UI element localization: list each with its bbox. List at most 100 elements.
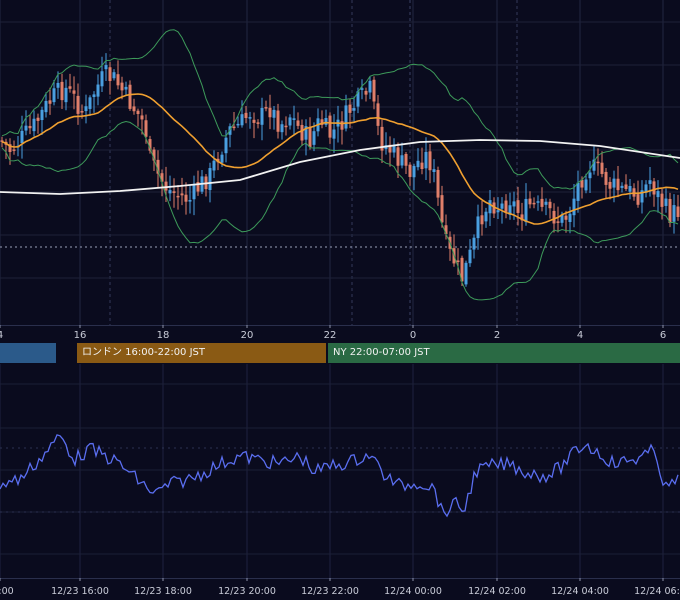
candle-body xyxy=(56,82,60,88)
oscillator-x-axis: 14:00 12/23 16:00 12/23 18:00 12/23 20:00 12… xyxy=(0,578,680,597)
candle-body xyxy=(332,129,336,139)
candle-body xyxy=(416,160,420,168)
candle-body xyxy=(292,118,296,120)
session-newyork: NY 22:00-07:00 JST xyxy=(328,343,680,363)
candle xyxy=(404,151,408,175)
candle xyxy=(60,73,64,110)
candle-body xyxy=(596,161,600,164)
candle xyxy=(100,56,104,92)
trading-session-bar: ロンドン 16:00-22:00 JST NY 22:00-07:00 JST xyxy=(0,342,680,364)
candle xyxy=(484,207,488,228)
price-grid xyxy=(0,0,680,325)
candle-body xyxy=(312,131,316,145)
session-london: ロンドン 16:00-22:00 JST xyxy=(77,343,326,363)
candle xyxy=(636,180,640,208)
candle-body xyxy=(104,65,108,70)
candle-body xyxy=(184,194,188,202)
candle-body xyxy=(584,179,588,191)
candle-body xyxy=(612,178,616,188)
candle xyxy=(36,113,40,134)
candle-body xyxy=(568,213,572,222)
candle-body xyxy=(236,123,240,126)
candle-body xyxy=(660,193,664,207)
candle-body xyxy=(220,154,224,163)
candle xyxy=(468,239,472,267)
x-tick-label: 12/23 16:00 xyxy=(51,586,109,597)
candle xyxy=(676,194,680,221)
candle xyxy=(376,94,380,136)
candle xyxy=(192,175,196,216)
candle-body xyxy=(128,84,132,109)
x-tick-label: 18 xyxy=(157,330,170,341)
price-chart[interactable] xyxy=(0,0,680,325)
candle-body xyxy=(188,200,192,202)
candle xyxy=(292,105,296,135)
candle xyxy=(260,97,264,141)
candle xyxy=(284,116,288,136)
candle xyxy=(644,180,648,198)
candle xyxy=(652,177,656,207)
candle-body xyxy=(392,146,396,153)
candles xyxy=(0,53,680,287)
candle-body xyxy=(432,169,436,173)
candle-body xyxy=(480,215,484,225)
candle-body xyxy=(576,182,580,201)
candle-body xyxy=(64,87,68,103)
candle xyxy=(508,192,512,220)
candle-body xyxy=(212,160,216,171)
candle-body xyxy=(136,110,140,115)
price-chart-x-axis: 4 16 18 20 22 0 2 4 6 xyxy=(0,325,680,341)
candle-body xyxy=(248,117,252,119)
candle xyxy=(408,162,412,186)
candle-body xyxy=(88,97,92,109)
candle-body xyxy=(328,115,332,138)
candle-body xyxy=(28,125,32,129)
candle xyxy=(280,120,284,140)
candle xyxy=(640,180,644,214)
candle-body xyxy=(344,105,348,129)
candle-body xyxy=(60,81,64,101)
candle-body xyxy=(264,107,268,109)
candle xyxy=(320,110,324,129)
candle xyxy=(432,159,436,183)
x-tick-label: 2 xyxy=(494,330,500,341)
candle-body xyxy=(12,149,16,151)
candle-body xyxy=(72,90,76,94)
candle xyxy=(32,110,36,137)
candle xyxy=(4,138,8,160)
candle-body xyxy=(32,118,36,132)
candle-body xyxy=(340,121,344,130)
candle xyxy=(336,105,340,143)
candle xyxy=(308,117,312,150)
candle xyxy=(576,170,580,213)
candle xyxy=(300,119,304,146)
candle xyxy=(332,114,336,153)
candle-body xyxy=(272,109,276,118)
candle-body xyxy=(368,80,372,93)
candle-body xyxy=(324,118,328,125)
candle-body xyxy=(172,191,176,193)
candle-body xyxy=(648,180,652,184)
oscillator-chart[interactable] xyxy=(0,364,680,578)
candle xyxy=(360,79,364,100)
candle-body xyxy=(424,151,428,169)
candle xyxy=(352,96,356,123)
candle xyxy=(108,62,112,95)
candle xyxy=(596,148,600,176)
candle-body xyxy=(44,100,48,113)
x-tick-label: 12/23 18:00 xyxy=(134,586,192,597)
candle-body xyxy=(524,198,528,223)
candle xyxy=(256,119,260,129)
candle-body xyxy=(180,193,184,196)
candle xyxy=(436,166,440,206)
candle-body xyxy=(548,201,552,209)
candle-body xyxy=(656,191,660,198)
candle xyxy=(96,74,100,106)
moving-average-orange-line xyxy=(1,93,679,225)
candle-body xyxy=(20,130,24,144)
candle xyxy=(368,76,372,100)
x-tick-label: 6 xyxy=(660,330,666,341)
candle-body xyxy=(52,88,56,103)
candle-body xyxy=(68,86,72,89)
candle xyxy=(488,189,492,227)
